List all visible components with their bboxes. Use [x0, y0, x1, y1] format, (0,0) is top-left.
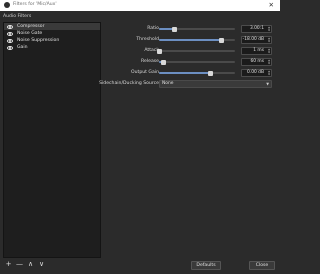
- filter-item-label: Noise Suppression: [17, 38, 60, 43]
- output-gain-slider-fill: [159, 72, 211, 74]
- move-up-button[interactable]: ∧: [27, 260, 34, 268]
- chevron-down-icon: ▼: [266, 82, 269, 86]
- threshold-row: Threshold -18.00 dB ▲ ▼: [103, 36, 275, 44]
- move-down-button[interactable]: ∨: [38, 260, 45, 268]
- release-slider[interactable]: [159, 59, 235, 65]
- window-close-button[interactable]: ✕: [269, 1, 274, 10]
- output-gain-slider-handle[interactable]: [208, 70, 214, 76]
- sidechain-row: Sidechain/Ducking Source None ▼: [99, 80, 275, 88]
- release-row: Release 60 ms ▲ ▼: [103, 58, 275, 66]
- close-button[interactable]: Close: [249, 261, 275, 270]
- eye-icon[interactable]: [7, 38, 13, 43]
- sidechain-source-select[interactable]: None ▼: [159, 80, 272, 88]
- defaults-button[interactable]: Defaults: [191, 261, 221, 270]
- threshold-slider[interactable]: [159, 37, 235, 43]
- attack-row: Attack 1 ms ▲ ▼: [103, 47, 275, 55]
- attack-slider[interactable]: [157, 48, 235, 54]
- threshold-label: Threshold: [136, 37, 159, 42]
- filter-item-noise-gate[interactable]: Noise Gate: [4, 30, 100, 37]
- ratio-spinbox[interactable]: 3.00:1 ▲ ▼: [241, 25, 272, 33]
- sidechain-label: Sidechain/Ducking Source: [99, 81, 159, 86]
- audio-filters-label: Audio Filters: [3, 14, 32, 19]
- app-icon: [4, 2, 10, 8]
- ratio-label: Ratio: [147, 26, 159, 31]
- spin-arrows-icon[interactable]: ▲ ▼: [268, 59, 270, 65]
- threshold-spinbox[interactable]: -18.00 dB ▲ ▼: [241, 36, 272, 44]
- attack-value: 1 ms: [253, 48, 264, 53]
- output-gain-slider[interactable]: [159, 70, 235, 76]
- remove-filter-button[interactable]: —: [16, 260, 23, 268]
- spin-arrows-icon[interactable]: ▲ ▼: [268, 70, 270, 76]
- sidechain-selected-value: None: [162, 81, 174, 86]
- spin-arrows-icon[interactable]: ▲ ▼: [268, 48, 270, 54]
- release-slider-handle[interactable]: [161, 59, 167, 65]
- release-value: 60 ms: [250, 59, 264, 64]
- release-spinbox[interactable]: 60 ms ▲ ▼: [241, 58, 272, 66]
- output-gain-spinbox[interactable]: 0.00 dB ▲ ▼: [241, 69, 272, 77]
- filter-item-label: Compressor: [17, 24, 45, 29]
- ratio-slider-handle[interactable]: [171, 26, 177, 32]
- filter-item-label: Gain: [17, 45, 28, 50]
- spin-arrows-icon[interactable]: ▲ ▼: [268, 37, 270, 43]
- filter-item-label: Noise Gate: [17, 31, 43, 36]
- output-gain-row: Output Gain 0.00 dB ▲ ▼: [103, 69, 275, 77]
- output-gain-value: 0.00 dB: [247, 70, 264, 75]
- title-bar: Filters for 'Mic/Aux' ✕: [0, 0, 280, 11]
- attack-slider-handle[interactable]: [157, 48, 163, 54]
- threshold-slider-fill: [159, 39, 222, 41]
- filter-item-noise-suppression[interactable]: Noise Suppression: [4, 37, 100, 44]
- eye-icon[interactable]: [7, 24, 13, 29]
- eye-icon[interactable]: [7, 31, 13, 36]
- add-filter-button[interactable]: +: [5, 260, 12, 268]
- output-gain-label: Output Gain: [131, 70, 159, 75]
- filter-list: Compressor Noise Gate Noise Suppression …: [3, 22, 101, 258]
- eye-icon[interactable]: [7, 45, 13, 50]
- spin-arrows-icon[interactable]: ▲ ▼: [268, 26, 270, 32]
- ratio-value: 3.00:1: [249, 26, 264, 31]
- threshold-slider-handle[interactable]: [218, 37, 224, 43]
- ratio-row: Ratio 3.00:1 ▲ ▼: [103, 25, 275, 33]
- attack-spinbox[interactable]: 1 ms ▲ ▼: [241, 47, 272, 55]
- filter-list-toolbar: + — ∧ ∨: [5, 260, 45, 268]
- release-label: Release: [141, 59, 159, 64]
- filter-item-compressor[interactable]: Compressor: [4, 23, 100, 30]
- filter-item-gain[interactable]: Gain: [4, 44, 100, 51]
- window-title: Filters for 'Mic/Aux': [13, 2, 57, 7]
- ratio-slider[interactable]: [159, 26, 235, 32]
- threshold-value: -18.00 dB: [242, 37, 264, 42]
